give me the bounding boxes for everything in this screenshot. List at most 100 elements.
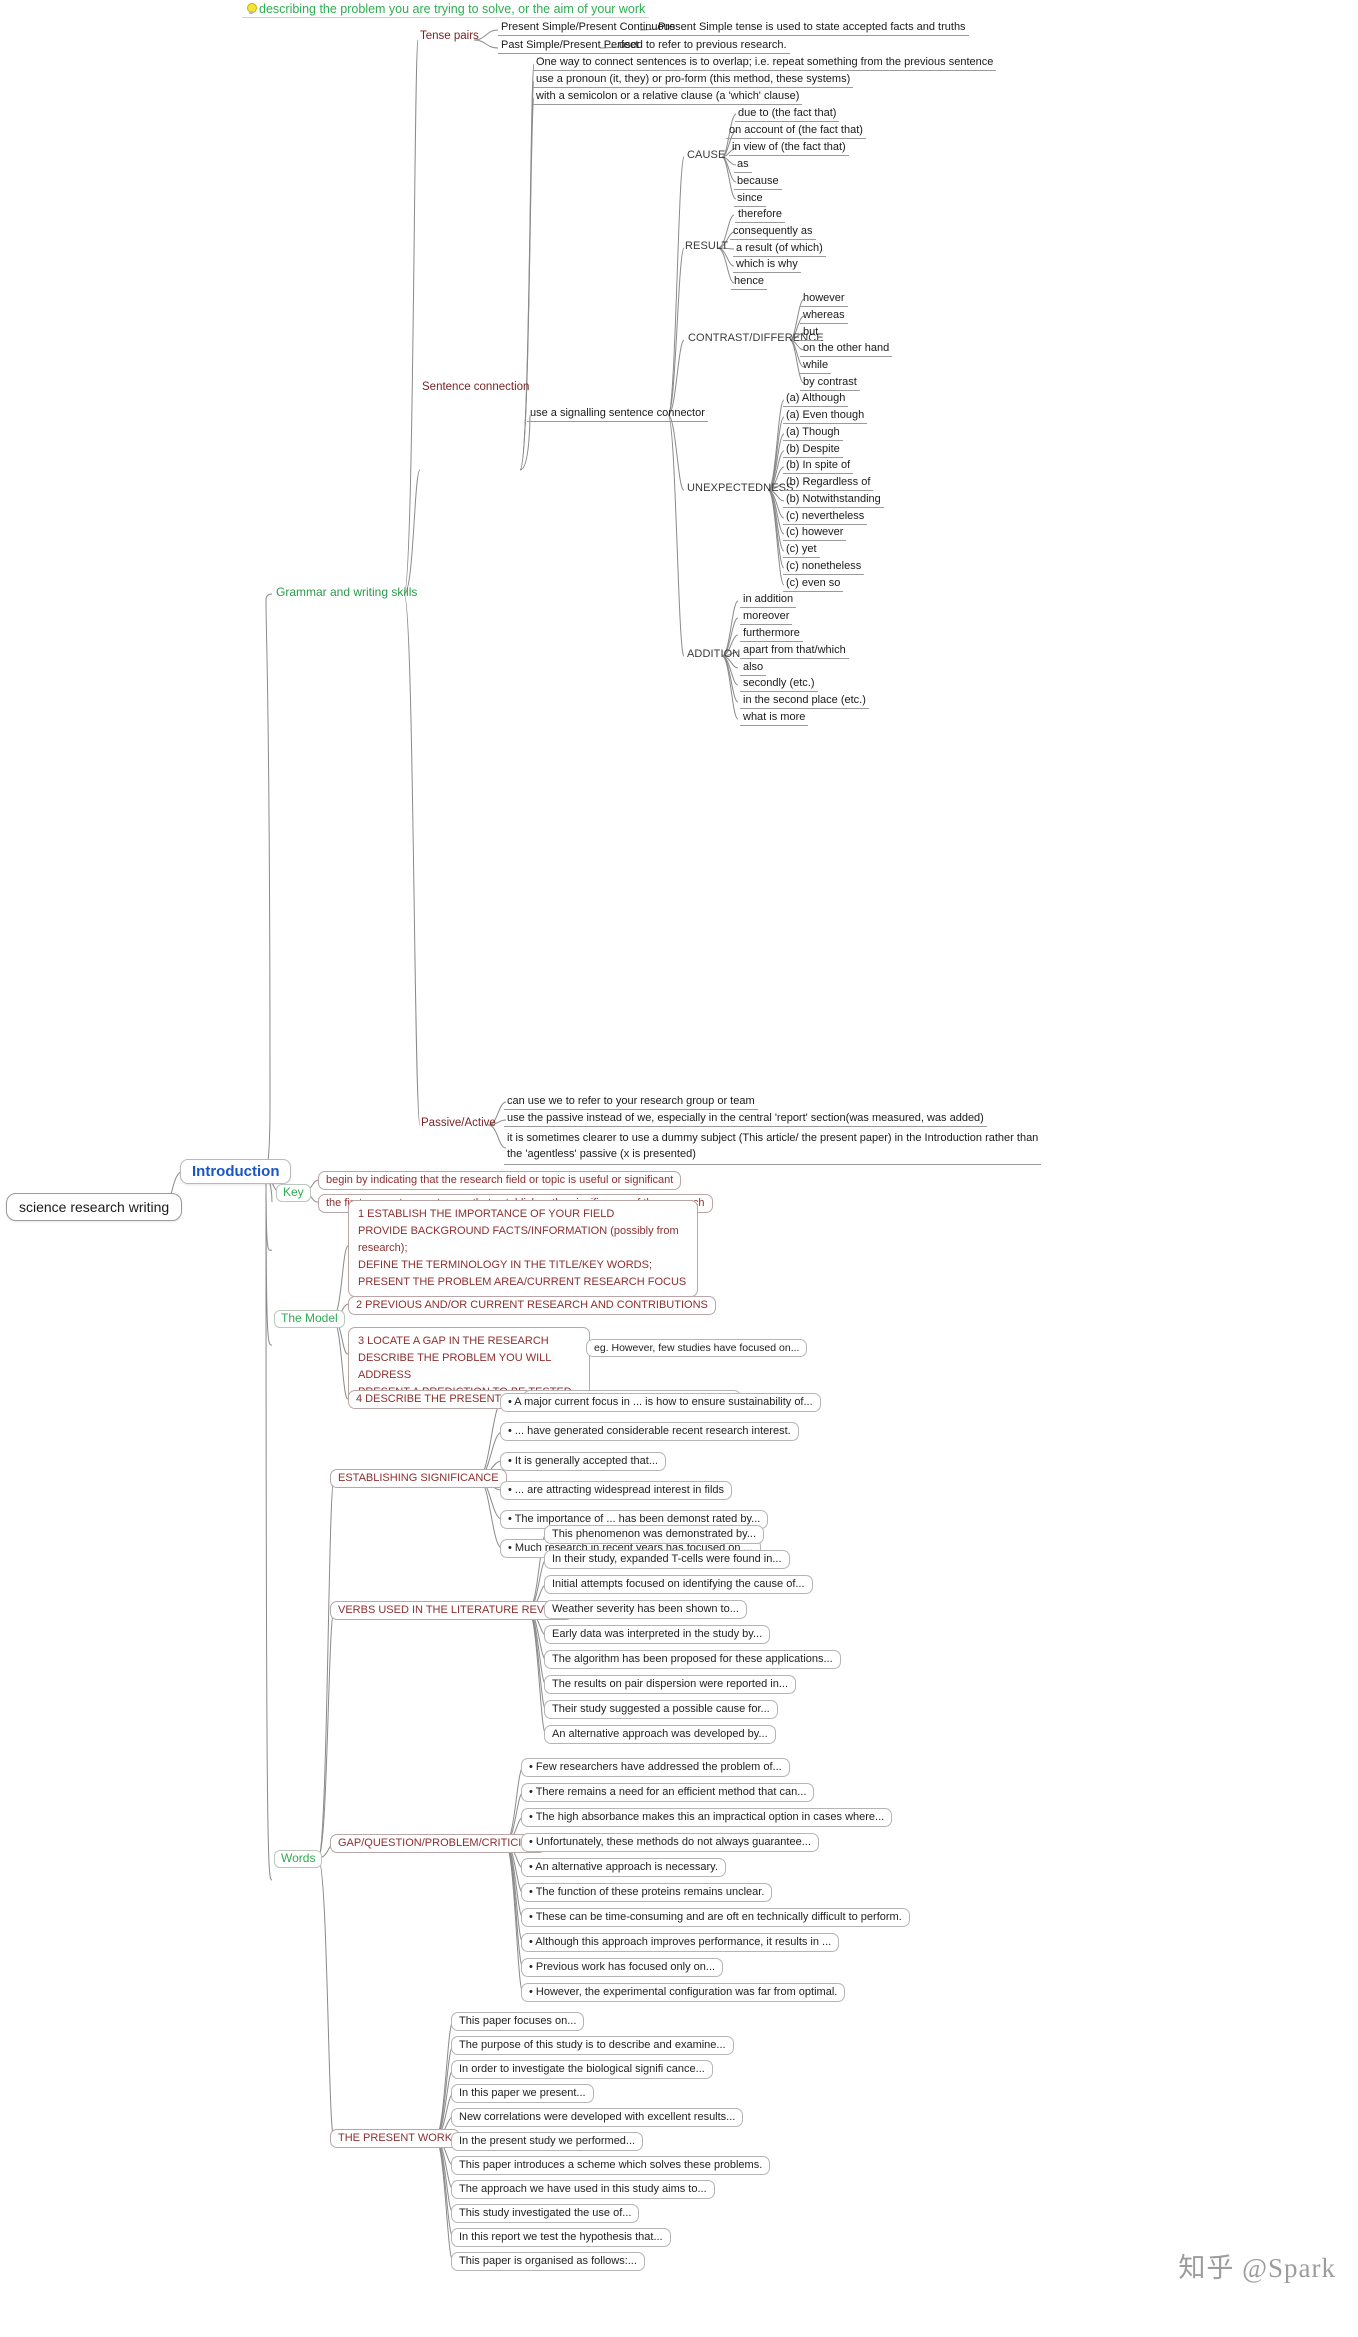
category-passive-active[interactable]: Passive/Active bbox=[419, 1117, 498, 1130]
cause-item[interactable]: since bbox=[734, 191, 766, 207]
tense-pair-item[interactable]: Present Simple/Present Continuous bbox=[498, 20, 679, 36]
addition-item[interactable]: moreover bbox=[740, 609, 793, 625]
category-key[interactable]: Key bbox=[276, 1184, 311, 1202]
category-the-model[interactable]: The Model bbox=[274, 1310, 345, 1328]
verbs-item[interactable]: An alternative approach was developed by… bbox=[544, 1725, 776, 1744]
present-work-item[interactable]: The approach we have used in this study … bbox=[451, 2180, 715, 2199]
group-the-present-work[interactable]: THE PRESENT WORK bbox=[330, 2129, 461, 2148]
gap-item[interactable]: • Few researchers have addressed the pro… bbox=[521, 1758, 790, 1777]
verbs-item[interactable]: Their study suggested a possible cause f… bbox=[544, 1700, 778, 1719]
result-item[interactable]: consequently as bbox=[730, 224, 816, 240]
result-item[interactable]: a result (of which) bbox=[733, 241, 826, 257]
present-work-item[interactable]: The purpose of this study is to describe… bbox=[451, 2036, 734, 2055]
contrast-item[interactable]: whereas bbox=[800, 308, 848, 324]
present-work-item[interactable]: In this report we test the hypothesis th… bbox=[451, 2228, 671, 2247]
establishing-significance-item[interactable]: • ... are attracting widespread interest… bbox=[500, 1481, 733, 1500]
passive-active-item[interactable]: can use we to refer to your research gro… bbox=[504, 1094, 758, 1110]
unexpectedness-item[interactable]: (b) Regardless of bbox=[783, 475, 874, 491]
addition-item[interactable]: apart from that/which bbox=[740, 643, 849, 659]
unexpectedness-item[interactable]: (b) Notwithstanding bbox=[783, 492, 884, 508]
sentence-connection-item[interactable]: use a pronoun (it, they) or pro-form (th… bbox=[533, 72, 854, 88]
addition-item[interactable]: in addition bbox=[740, 592, 797, 608]
present-work-item[interactable]: New correlations were developed with exc… bbox=[451, 2108, 744, 2127]
addition-item[interactable]: what is more bbox=[740, 710, 809, 726]
contrast-item[interactable]: however bbox=[800, 291, 848, 307]
model-item[interactable]: 1 ESTABLISH THE IMPORTANCE OF YOUR FIELD… bbox=[348, 1200, 698, 1298]
verbs-item[interactable]: Initial attempts focused on identifying … bbox=[544, 1575, 813, 1594]
gap-item[interactable]: • The high absorbance makes this an impr… bbox=[521, 1808, 893, 1827]
contrast-item[interactable]: but bbox=[800, 325, 822, 341]
unexpectedness-item[interactable]: (b) In spite of bbox=[783, 458, 854, 474]
unexpectedness-item[interactable]: (c) however bbox=[783, 525, 847, 541]
passive-active-item[interactable]: it is sometimes clearer to use a dummy s… bbox=[504, 1130, 1042, 1165]
present-work-item[interactable]: In this paper we present... bbox=[451, 2084, 594, 2103]
addition-item[interactable]: furthermore bbox=[740, 626, 803, 642]
gap-item[interactable]: • Unfortunately, these methods do not al… bbox=[521, 1833, 819, 1852]
unexpectedness-item[interactable]: (c) nonetheless bbox=[783, 559, 865, 575]
gap-item[interactable]: • The function of these proteins remains… bbox=[521, 1883, 773, 1902]
present-work-item[interactable]: This paper is organised as follows:... bbox=[451, 2252, 645, 2271]
cause-item[interactable]: due to (the fact that) bbox=[735, 106, 840, 122]
category-words[interactable]: Words bbox=[274, 1850, 323, 1868]
group-verbs-used-in-the-literature-review[interactable]: VERBS USED IN THE LITERATURE REVIEW bbox=[330, 1601, 573, 1620]
verbs-item[interactable]: This phenomenon was demonstrated by... bbox=[544, 1525, 765, 1544]
category-tense-pairs[interactable]: Tense pairs bbox=[418, 30, 481, 43]
cause-item[interactable]: as bbox=[734, 157, 752, 173]
present-work-item[interactable]: This study investigated the use of... bbox=[451, 2204, 640, 2223]
unexpectedness-item[interactable]: (a) Although bbox=[783, 391, 849, 407]
tense-pair-note[interactable]: used to refer to previous research. bbox=[616, 38, 790, 54]
unexpectedness-item[interactable]: (c) even so bbox=[783, 576, 844, 592]
contrast-item[interactable]: by contrast bbox=[800, 375, 860, 391]
group-gap-question-problem-criticism[interactable]: GAP/QUESTION/PROBLEM/CRITICISM bbox=[330, 1834, 546, 1853]
establishing-significance-item[interactable]: • ... have generated considerable recent… bbox=[500, 1422, 799, 1441]
result-item[interactable]: therefore bbox=[735, 207, 786, 223]
cause-item[interactable]: in view of (the fact that) bbox=[729, 140, 849, 156]
result-item[interactable]: which is why bbox=[733, 257, 801, 273]
passive-active-item[interactable]: use the passive instead of we, especiall… bbox=[504, 1111, 987, 1127]
unexpectedness-item[interactable]: (c) nevertheless bbox=[783, 509, 868, 525]
gap-item[interactable]: • However, the experimental configuratio… bbox=[521, 1983, 846, 2002]
verbs-item[interactable]: The algorithm has been proposed for thes… bbox=[544, 1650, 841, 1669]
branch-grammar-and-writing-skills[interactable]: Grammar and writing skills bbox=[272, 585, 421, 601]
unexpectedness-item[interactable]: (a) Though bbox=[783, 425, 843, 441]
key-item[interactable]: begin by indicating that the research fi… bbox=[318, 1171, 682, 1190]
model-item-note[interactable]: eg. However, few studies have focused on… bbox=[586, 1339, 808, 1358]
gap-item[interactable]: • Although this approach improves perfor… bbox=[521, 1933, 840, 1952]
verbs-item[interactable]: Early data was interpreted in the study … bbox=[544, 1625, 771, 1644]
contrast-item[interactable]: while bbox=[800, 358, 832, 374]
unexpectedness-item[interactable]: (c) yet bbox=[783, 542, 820, 558]
present-work-item[interactable]: This paper focuses on... bbox=[451, 2012, 585, 2031]
verbs-item[interactable]: Weather severity has been shown to... bbox=[544, 1600, 747, 1619]
unexpectedness-item[interactable]: (b) Despite bbox=[783, 442, 843, 458]
signalling-connector-label[interactable]: use a signalling sentence connector bbox=[527, 406, 708, 422]
gap-item[interactable]: • There remains a need for an efficient … bbox=[521, 1783, 815, 1802]
establishing-significance-item[interactable]: • It is generally accepted that... bbox=[500, 1452, 666, 1471]
sentence-connection-item[interactable]: One way to connect sentences is to overl… bbox=[533, 55, 997, 71]
sentence-connection-item[interactable]: with a semicolon or a relative clause (a… bbox=[533, 89, 803, 105]
establishing-significance-item[interactable]: • A major current focus in ... is how to… bbox=[500, 1393, 821, 1412]
group-establishing-significance[interactable]: ESTABLISHING SIGNIFICANCE bbox=[330, 1469, 507, 1488]
branch-introduction[interactable]: Introduction bbox=[180, 1159, 292, 1185]
model-item[interactable]: 2 PREVIOUS AND/OR CURRENT RESEARCH AND C… bbox=[348, 1296, 716, 1315]
present-work-item[interactable]: This paper introduces a scheme which sol… bbox=[451, 2156, 771, 2175]
gap-item[interactable]: • An alternative approach is necessary. bbox=[521, 1858, 726, 1877]
cause-item[interactable]: on account of (the fact that) bbox=[726, 123, 866, 139]
verbs-item[interactable]: In their study, expanded T-cells were fo… bbox=[544, 1550, 790, 1569]
root-node[interactable]: science research writing bbox=[6, 1193, 183, 1222]
gap-item[interactable]: • These can be time-consuming and are of… bbox=[521, 1908, 910, 1927]
contrast-item[interactable]: on the other hand bbox=[800, 341, 893, 357]
tense-pair-note[interactable]: Present Simple tense is used to state ac… bbox=[655, 20, 969, 36]
addition-item[interactable]: secondly (etc.) bbox=[740, 676, 818, 692]
present-work-item[interactable]: In order to investigate the biological s… bbox=[451, 2060, 713, 2079]
group-result[interactable]: RESULT bbox=[683, 240, 730, 253]
group-addition[interactable]: ADDITION bbox=[685, 648, 742, 661]
cause-item[interactable]: because bbox=[734, 174, 782, 190]
present-work-item[interactable]: In the present study we performed... bbox=[451, 2132, 644, 2151]
gap-item[interactable]: • Previous work has focused only on... bbox=[521, 1958, 724, 1977]
addition-item[interactable]: in the second place (etc.) bbox=[740, 693, 869, 709]
addition-item[interactable]: also bbox=[740, 660, 767, 676]
verbs-item[interactable]: The results on pair dispersion were repo… bbox=[544, 1675, 797, 1694]
group-cause[interactable]: CAUSE bbox=[685, 149, 727, 162]
result-item[interactable]: hence bbox=[731, 274, 767, 290]
category-sentence-connection[interactable]: Sentence connection bbox=[420, 381, 531, 394]
